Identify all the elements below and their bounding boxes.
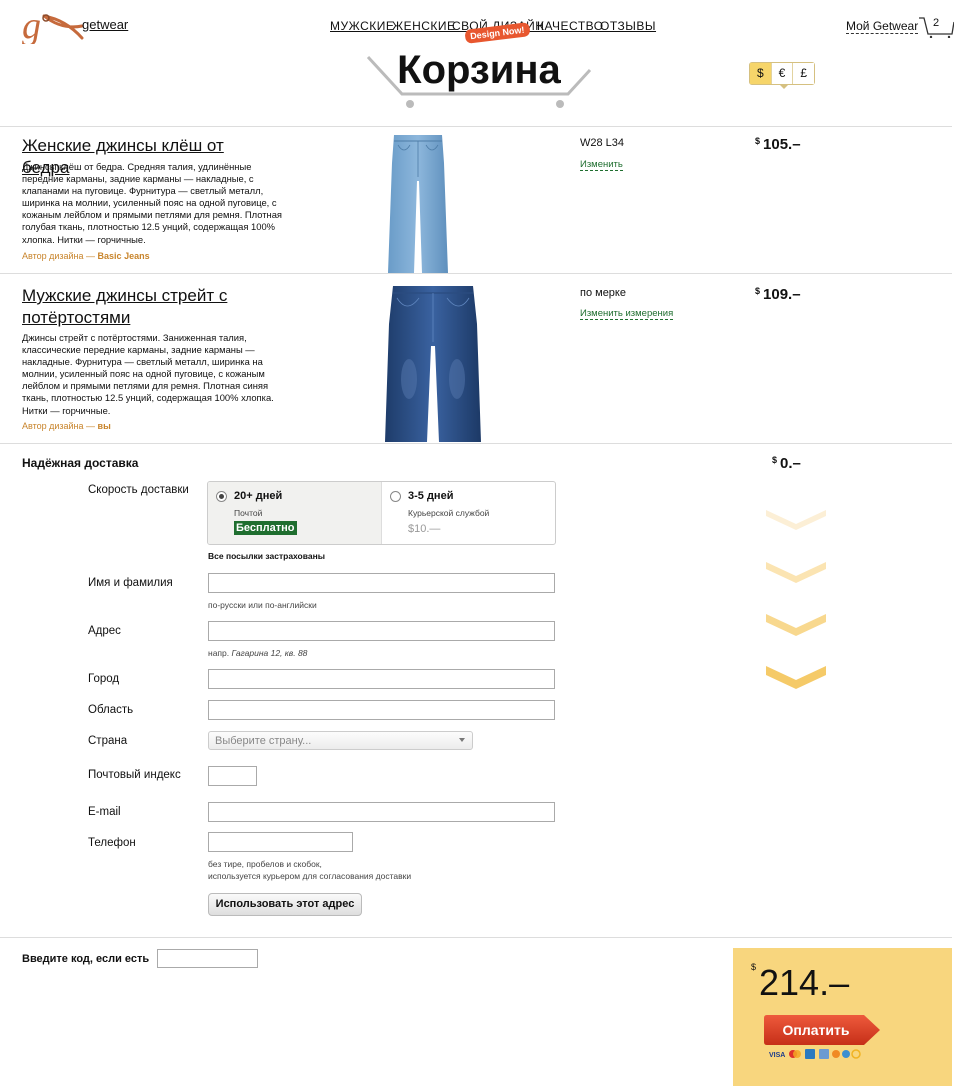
country-label: Страна <box>88 735 128 747</box>
divider <box>0 273 952 274</box>
name-field[interactable] <box>208 573 555 593</box>
name-label: Имя и фамилия <box>88 577 173 589</box>
product-description: Джинсы стрейт с потёртостями. Заниженная… <box>22 332 274 416</box>
flared-jeans-image[interactable] <box>388 133 448 273</box>
address-field[interactable] <box>208 621 555 641</box>
zip-field[interactable] <box>208 766 257 786</box>
insured-note: Все посылки застрахованы <box>208 551 325 561</box>
option-sub: Почтой <box>234 508 263 518</box>
radio-post[interactable] <box>216 491 227 502</box>
page-title: Корзина <box>397 48 561 92</box>
change-size-link[interactable]: Изменить <box>580 159 623 171</box>
product-price: $109.– <box>755 286 801 303</box>
divider <box>0 937 952 938</box>
delivery-option-post[interactable]: 20+ дней Почтой Бесплатно <box>208 482 381 544</box>
delivery-heading: Надёжная доставка <box>22 456 139 470</box>
radio-courier[interactable] <box>390 491 401 502</box>
address-label: Адрес <box>88 625 121 637</box>
address-hint: напр. Гагарина 12, кв. 88 <box>208 648 308 658</box>
brand-link[interactable]: getwear <box>82 17 128 32</box>
svg-text:g: g <box>22 8 41 44</box>
option-title: 3-5 дней <box>408 490 454 502</box>
chevron-down-icon <box>459 738 465 742</box>
currency-switcher: $ € £ <box>749 62 815 85</box>
delivery-option-courier[interactable]: 3-5 дней Курьерской службой $10.— <box>381 482 555 544</box>
svg-text:VISA: VISA <box>769 1052 785 1059</box>
delivery-price: $0.– <box>772 455 801 472</box>
promo-code-field[interactable] <box>157 949 258 968</box>
zip-label: Почтовый индекс <box>88 769 181 781</box>
currency-eur[interactable]: € <box>771 63 794 84</box>
design-author: Автор дизайна — вы <box>22 421 111 431</box>
design-author: Автор дизайна — Basic Jeans <box>22 251 150 261</box>
pay-button[interactable]: Оплатить <box>764 1015 868 1045</box>
product-size: W28 L34 <box>580 137 625 149</box>
change-measurements-link[interactable]: Изменить измерения <box>580 308 674 320</box>
email-label: E-mail <box>88 806 121 818</box>
country-select[interactable]: Выберите страну... <box>208 731 473 750</box>
region-field[interactable] <box>208 700 555 720</box>
total-amount: $214.– <box>751 962 850 1003</box>
delivery-speed-label: Скорость доставки <box>88 484 189 496</box>
product-size: по мерке <box>580 287 626 299</box>
chevrons-down-icon <box>766 510 826 689</box>
nav-reviews[interactable]: ОТЗЫВЫ <box>600 19 656 33</box>
option-title: 20+ дней <box>234 490 283 502</box>
product-price: $105.– <box>755 136 801 153</box>
divider <box>0 443 952 444</box>
product-title[interactable]: Мужские джинсы стрейт с потёртостями <box>22 285 262 329</box>
name-hint: по-русски или по-английски <box>208 600 317 610</box>
payment-cards-icon: VISA <box>769 1049 861 1059</box>
use-address-button[interactable]: Использовать этот адрес <box>208 893 362 916</box>
phone-label: Телефон <box>88 837 136 849</box>
nav-quality[interactable]: КАЧЕСТВО <box>537 19 604 33</box>
straight-jeans-image[interactable] <box>385 284 481 444</box>
email-field[interactable] <box>208 802 555 822</box>
promo-code-label: Введите код, если есть <box>22 953 150 965</box>
free-badge: Бесплатно <box>234 521 297 535</box>
city-label: Город <box>88 673 120 685</box>
my-account-link[interactable]: Мой Getwear <box>846 19 919 34</box>
option-sub: Курьерской службой <box>408 508 490 518</box>
option-price: $10.— <box>408 523 441 535</box>
nav-men[interactable]: МУЖСКИЕ <box>330 19 394 33</box>
divider <box>0 126 952 127</box>
phone-field[interactable] <box>208 832 353 852</box>
nav-women[interactable]: ЖЕНСКИЕ <box>392 19 456 33</box>
getwear-logo[interactable]: g <box>22 8 84 44</box>
author-link[interactable]: Basic Jeans <box>98 251 150 261</box>
phone-hint: без тире, пробелов и скобок, используется… <box>208 859 412 881</box>
currency-pointer <box>779 84 789 89</box>
delivery-options: 20+ дней Почтой Бесплатно 3-5 дней Курье… <box>207 481 556 545</box>
currency-gbp[interactable]: £ <box>793 63 815 84</box>
product-description: Джинсы клёш от бедра. Средняя талия, удл… <box>22 161 282 245</box>
city-field[interactable] <box>208 669 555 689</box>
cart-count[interactable]: 2 <box>933 17 939 29</box>
author-link[interactable]: вы <box>98 421 111 431</box>
currency-usd[interactable]: $ <box>750 63 772 84</box>
region-label: Область <box>88 704 134 716</box>
